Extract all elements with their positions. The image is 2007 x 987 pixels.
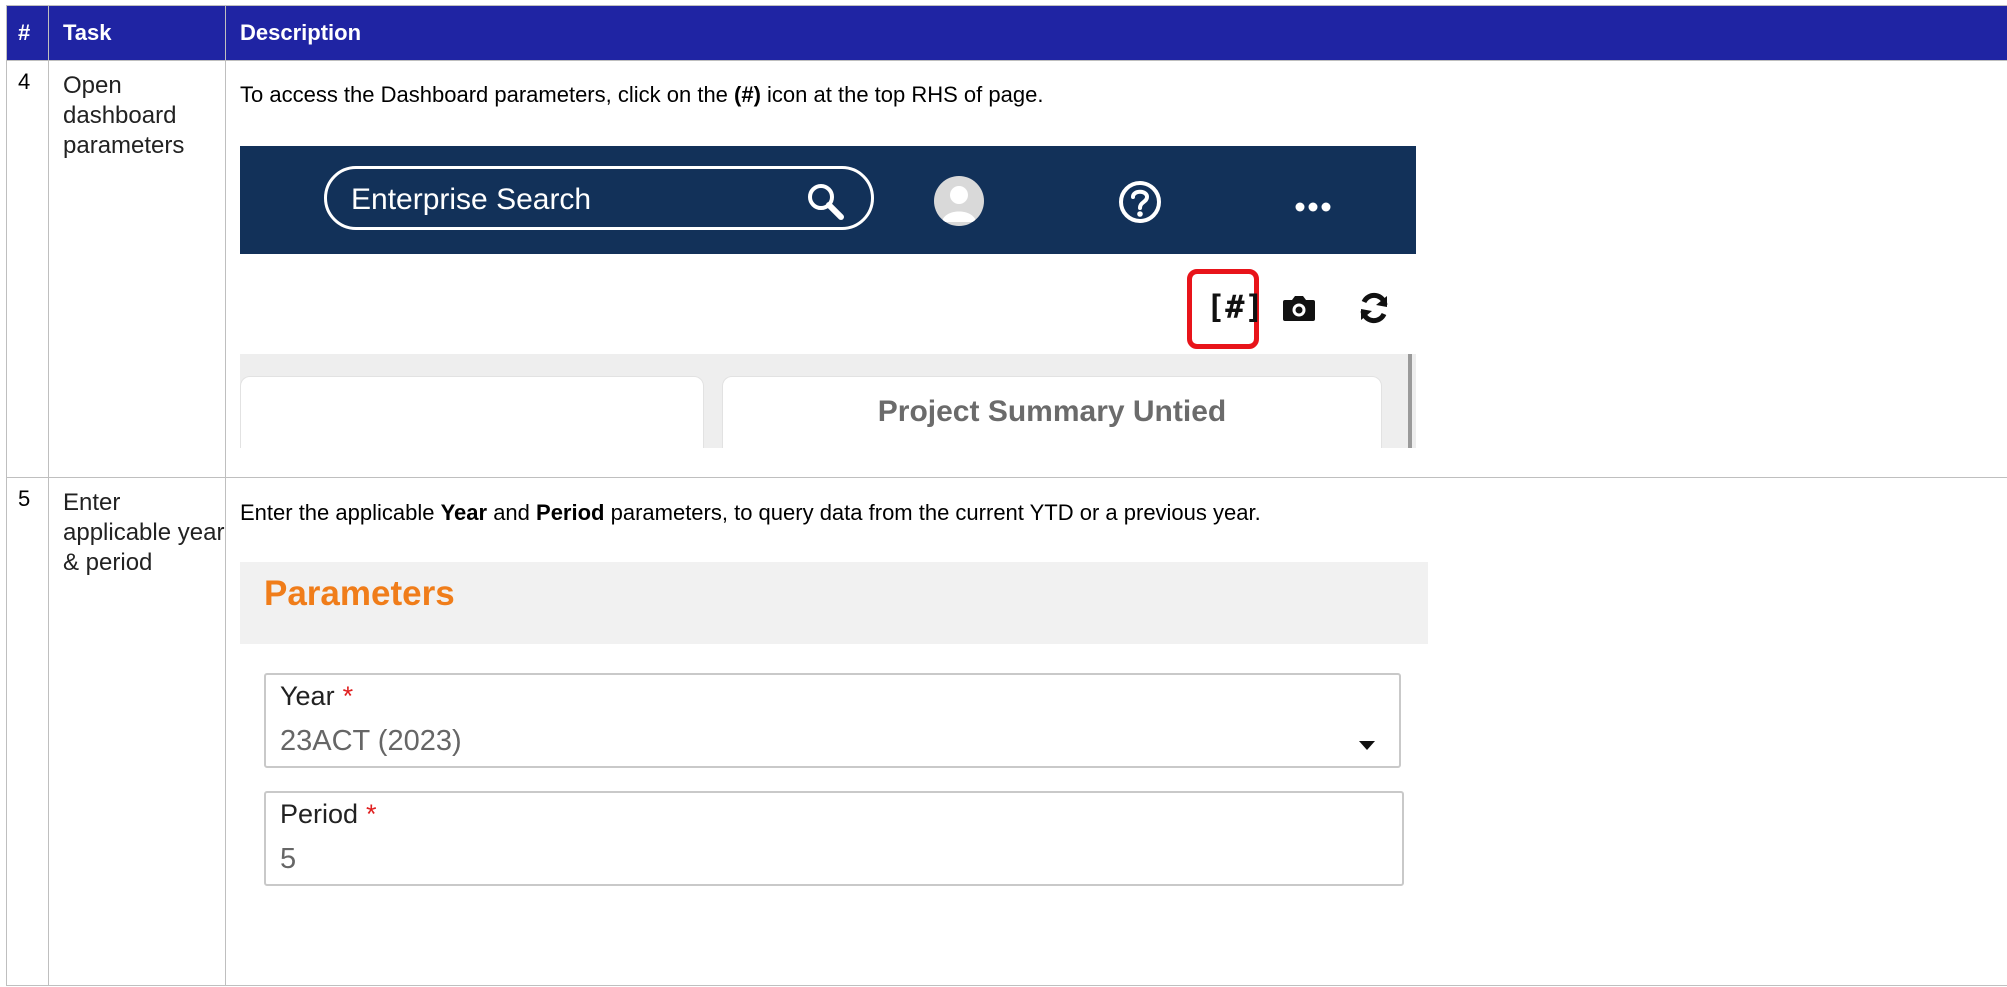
parameters-title: Parameters (264, 574, 455, 613)
camera-icon[interactable] (1282, 294, 1316, 322)
row-number: 4 (6, 60, 49, 478)
scrollbar[interactable] (1408, 354, 1412, 448)
table-row: 5 Enter applicable year & period Enter t… (6, 477, 2007, 986)
parameters-screenshot: Parameters Year * 23ACT (2023) Period * 5 (240, 562, 1428, 892)
year-select[interactable]: Year * 23ACT (2023) (264, 673, 1401, 768)
row-task: Enter applicable year & period (48, 477, 226, 986)
dashboard-toolbar: [#] (240, 254, 1416, 354)
header-number: # (6, 5, 49, 61)
year-label: Year * (280, 681, 354, 711)
row-task: Open dashboard parameters (48, 60, 226, 478)
year-value: 23ACT (2023) (280, 725, 462, 757)
row-description: Enter the applicable Year and Period par… (225, 477, 2007, 986)
top-navbar: Enterprise Search (240, 146, 1416, 254)
period-value: 5 (280, 843, 297, 875)
search-icon[interactable] (805, 181, 845, 221)
required-marker: * (366, 799, 377, 829)
enterprise-search-box[interactable]: Enterprise Search (324, 166, 874, 230)
period-label: Period * (280, 799, 377, 829)
user-avatar-icon[interactable] (934, 176, 984, 226)
description-text: To access the Dashboard parameters, clic… (240, 82, 1044, 107)
search-placeholder: Enterprise Search (351, 183, 592, 216)
chevron-down-icon[interactable] (1359, 741, 1375, 750)
required-marker: * (342, 681, 354, 711)
card-title: Project Summary Untied (877, 395, 1227, 428)
parameters-hash-icon[interactable]: [#] (1206, 288, 1264, 326)
dashboard-card-project-summary: Project Summary Untied (722, 376, 1382, 448)
dashboard-screenshot: Enterprise Search [#] Project Summary Un… (240, 146, 1416, 448)
description-text: Enter the applicable Year and Period par… (240, 500, 1261, 525)
dashboard-card (240, 376, 704, 448)
more-icon[interactable] (1295, 202, 1331, 212)
parameters-header: Parameters (240, 562, 1428, 644)
table-header-row: # Task Description (6, 5, 2007, 61)
table-row: 4 Open dashboard parameters To access th… (6, 60, 2007, 478)
row-number: 5 (6, 477, 49, 986)
instructions-table: # Task Description 4 Open dashboard para… (6, 5, 2007, 986)
header-task: Task (48, 5, 226, 61)
help-icon[interactable] (1118, 180, 1162, 224)
header-description: Description (225, 5, 2007, 61)
period-field[interactable]: Period * 5 (264, 791, 1404, 886)
row-description: To access the Dashboard parameters, clic… (225, 60, 2007, 478)
refresh-icon[interactable] (1358, 292, 1390, 324)
